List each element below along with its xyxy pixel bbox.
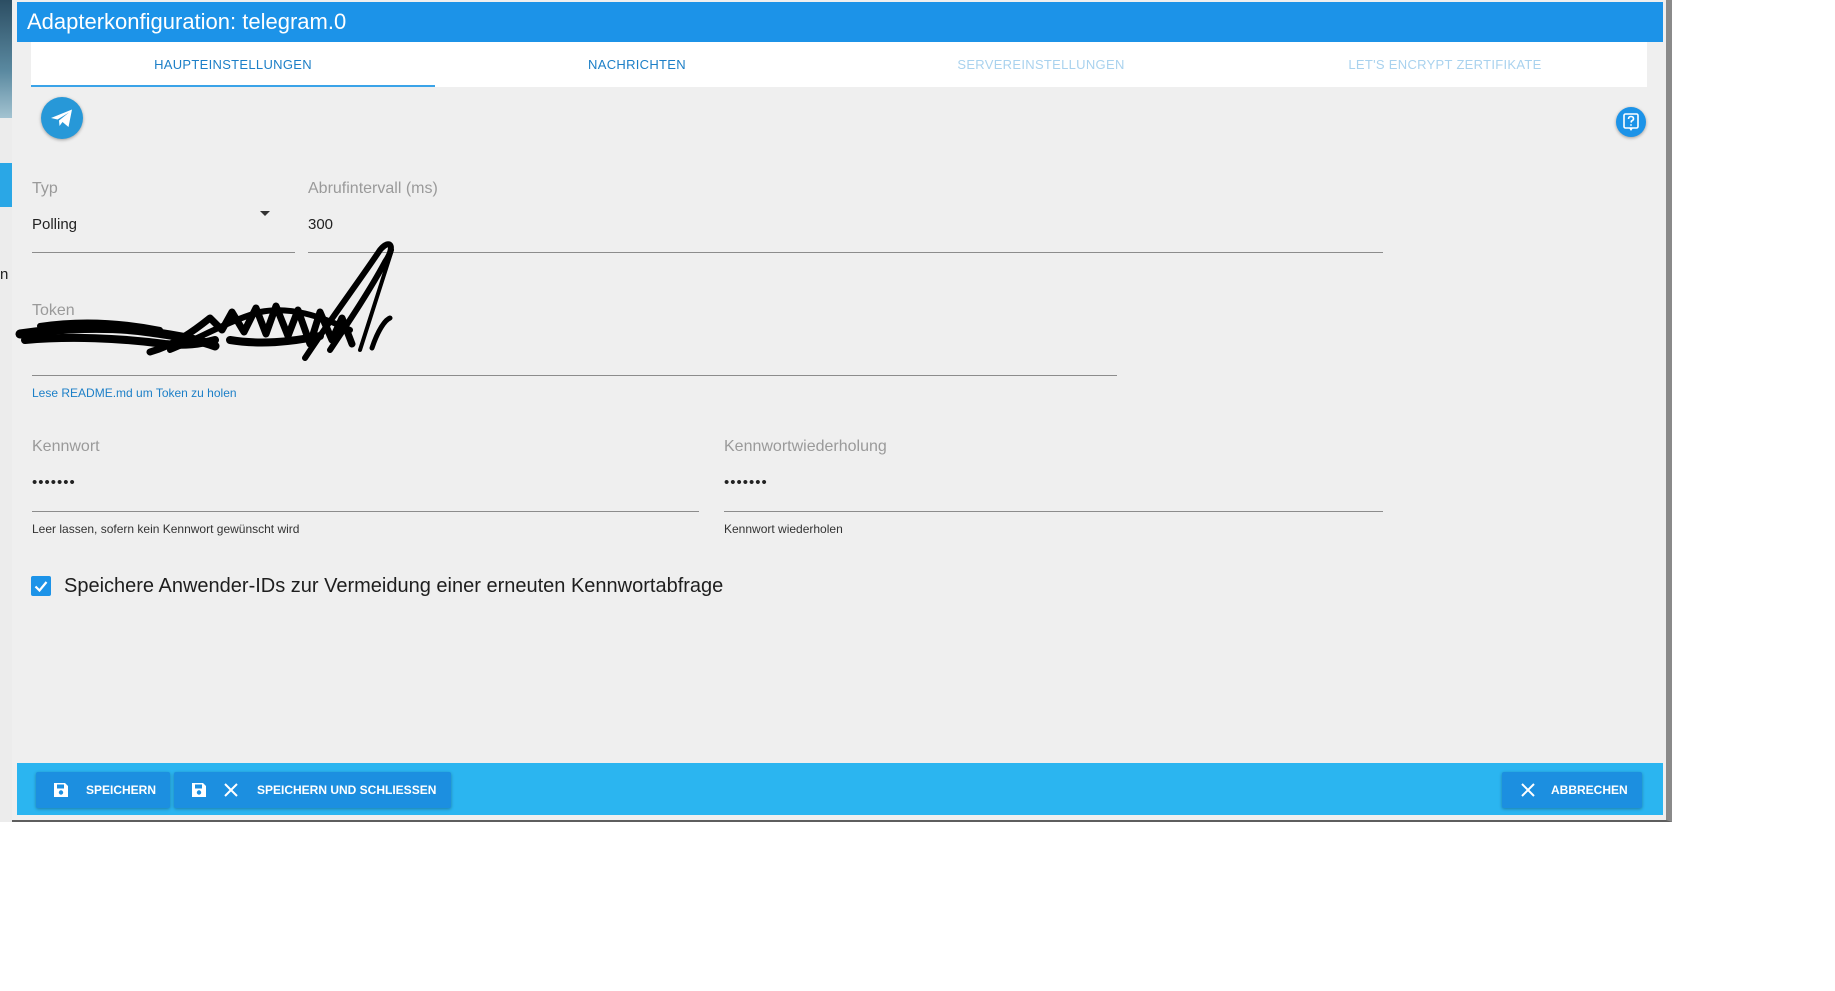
save-and-close-button[interactable]: SPEICHERN UND SCHLIESSEN [174, 772, 451, 808]
password-repeat-input-underline [724, 511, 1383, 512]
dialog-footer: SPEICHERN SPEICHERN UND SCHLIESSEN ABBRE… [17, 763, 1663, 815]
background-text-fragment: n [0, 266, 9, 283]
type-select[interactable]: Polling [32, 216, 77, 233]
background-app-strip: n [0, 0, 12, 822]
save-icon [189, 780, 209, 800]
tab-messages[interactable]: NACHRICHTEN [435, 42, 839, 87]
type-select-underline [32, 252, 295, 253]
telegram-logo-icon [41, 97, 83, 139]
password-input[interactable]: ••••••• [32, 474, 76, 491]
background-image-fragment [0, 0, 12, 118]
store-user-ids-label[interactable]: Speichere Anwender-IDs zur Vermeidung ei… [64, 575, 723, 598]
help-icon[interactable] [1616, 107, 1646, 137]
tab-letsencrypt-certificates[interactable]: LET'S ENCRYPT ZERTIFIKATE [1243, 42, 1647, 87]
password-repeat-label: Kennwortwiederholung [724, 438, 887, 455]
caret-down-icon[interactable] [260, 211, 270, 216]
password-helper: Leer lassen, sofern kein Kennwort gewüns… [32, 522, 300, 536]
interval-label: Abrufintervall (ms) [308, 180, 438, 197]
cancel-button[interactable]: ABBRECHEN [1502, 772, 1642, 808]
checkmark-icon [34, 581, 48, 593]
password-repeat-helper: Kennwort wiederholen [724, 522, 843, 536]
token-input[interactable] [32, 338, 1117, 358]
save-button[interactable]: SPEICHERN [36, 772, 170, 808]
token-readme-link[interactable]: Lese README.md um Token zu holen [32, 386, 237, 400]
cancel-button-label: ABBRECHEN [1551, 783, 1628, 797]
save-and-close-button-label: SPEICHERN UND SCHLIESSEN [257, 783, 437, 797]
type-label: Typ [32, 180, 58, 197]
tab-bar: HAUPTEINSTELLUNGEN NACHRICHTEN SERVEREIN… [31, 42, 1647, 87]
password-label: Kennwort [32, 438, 100, 455]
tab-server-settings[interactable]: SERVEREINSTELLUNGEN [839, 42, 1243, 87]
interval-input-underline [308, 252, 1383, 253]
password-input-underline [32, 511, 699, 512]
password-repeat-input[interactable]: ••••••• [724, 474, 768, 491]
close-icon [1520, 782, 1536, 798]
interval-input[interactable]: 300 [308, 216, 333, 233]
screen: n Adapterkonfiguration: telegram.0 HAUPT… [0, 0, 1835, 991]
store-user-ids-checkbox[interactable] [31, 576, 51, 596]
adapter-config-dialog: Adapterkonfiguration: telegram.0 HAUPTEI… [12, 0, 1672, 822]
background-selected-item [0, 163, 12, 207]
tab-main-settings[interactable]: HAUPTEINSTELLUNGEN [31, 42, 435, 87]
token-label: Token [32, 302, 75, 319]
token-input-underline [32, 375, 1117, 376]
dialog-title: Adapterkonfiguration: telegram.0 [17, 2, 1663, 42]
close-icon [223, 782, 239, 798]
save-icon [51, 780, 71, 800]
save-button-label: SPEICHERN [86, 783, 157, 797]
